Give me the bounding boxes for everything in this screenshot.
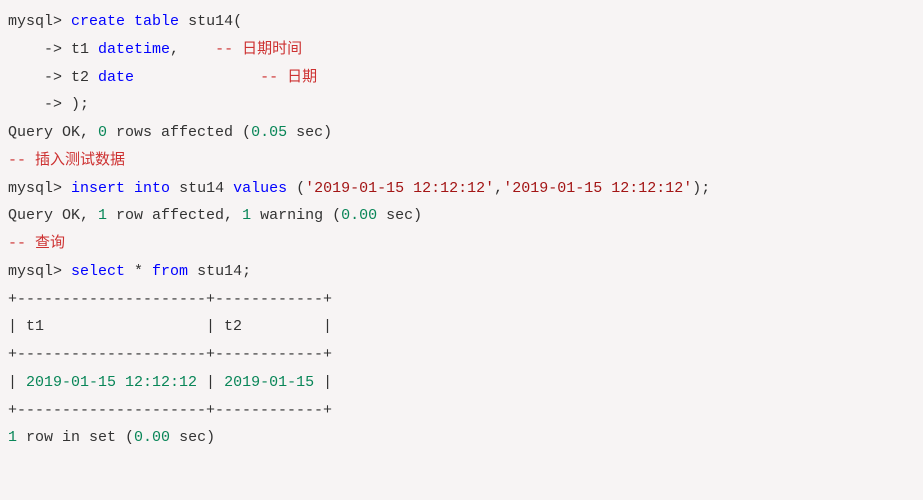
table-header-row: | t1 | t2 | xyxy=(8,318,332,335)
table-border-top: +---------------------+------------+ xyxy=(8,291,332,308)
mysql-prompt: mysql> xyxy=(8,180,71,197)
keyword-from: from xyxy=(152,263,188,280)
star: * xyxy=(125,263,152,280)
result-mid: row affected, xyxy=(107,207,242,224)
result-end: sec) xyxy=(287,124,332,141)
line-comment-insert: -- 插入测试数据 xyxy=(8,152,125,169)
num-warn: 1 xyxy=(242,207,251,224)
type-date: date xyxy=(98,69,134,86)
mysql-terminal-output: mysql> create table stu14( -> t1 datetim… xyxy=(8,8,915,452)
line-col-t1: -> t1 datetime, -- 日期时间 xyxy=(8,41,302,58)
line-select: mysql> select * from stu14; xyxy=(8,263,251,280)
mysql-prompt: mysql> xyxy=(8,13,71,30)
line-close: -> ); xyxy=(8,96,89,113)
comma: , xyxy=(494,180,503,197)
table-name: stu14 xyxy=(188,13,233,30)
continuation-prompt: -> xyxy=(8,69,71,86)
close-paren: ); xyxy=(71,96,89,113)
col-name: t2 xyxy=(71,69,98,86)
cell-t2: 2019-01-15 xyxy=(224,374,314,391)
comment-datetime: -- 日期时间 xyxy=(215,41,302,58)
semicolon: ; xyxy=(242,263,251,280)
result-warn: warning ( xyxy=(251,207,341,224)
line-query-ok-1: Query OK, 0 rows affected (0.05 sec) xyxy=(8,124,332,141)
table-data-row: | 2019-01-15 12:12:12 | 2019-01-15 | xyxy=(8,374,332,391)
result-mid: rows affected ( xyxy=(107,124,251,141)
table-border-mid: +---------------------+------------+ xyxy=(8,346,332,363)
line-query-ok-2: Query OK, 1 row affected, 1 warning (0.0… xyxy=(8,207,422,224)
line-create-table: mysql> create table stu14( xyxy=(8,13,242,30)
table-border-bottom: +---------------------+------------+ xyxy=(8,402,332,419)
keyword-table: table xyxy=(134,13,179,30)
string-val-1: '2019-01-15 12:12:12' xyxy=(305,180,494,197)
string-val-2: '2019-01-15 12:12:12' xyxy=(503,180,692,197)
num-rows: 1 xyxy=(8,429,17,446)
type-datetime: datetime xyxy=(98,41,170,58)
keyword-into: into xyxy=(134,180,170,197)
col-name: t1 xyxy=(71,41,98,58)
keyword-insert: insert xyxy=(71,180,125,197)
keyword-select: select xyxy=(71,263,125,280)
num-rows: 1 xyxy=(98,207,107,224)
continuation-prompt: -> xyxy=(8,41,71,58)
result-mid: row in set ( xyxy=(17,429,134,446)
table-name: stu14 xyxy=(188,263,242,280)
mysql-prompt: mysql> xyxy=(8,263,71,280)
result-end: sec) xyxy=(170,429,215,446)
num-sec: 0.05 xyxy=(251,124,287,141)
line-col-t2: -> t2 date -- 日期 xyxy=(8,69,317,86)
result-end: sec) xyxy=(377,207,422,224)
num-sec: 0.00 xyxy=(134,429,170,446)
keyword-create: create xyxy=(71,13,125,30)
line-insert: mysql> insert into stu14 values ('2019-0… xyxy=(8,180,710,197)
result-text: Query OK, xyxy=(8,207,98,224)
comma: , xyxy=(170,41,215,58)
cell-t1: 2019-01-15 12:12:12 xyxy=(26,374,197,391)
padding xyxy=(134,69,260,86)
keyword-values: values xyxy=(233,180,287,197)
open-paren: ( xyxy=(233,13,242,30)
continuation-prompt: -> xyxy=(8,96,71,113)
line-comment-select: -- 查询 xyxy=(8,235,65,252)
close-paren-semi: ); xyxy=(692,180,710,197)
num-rows: 0 xyxy=(98,124,107,141)
comment-date: -- 日期 xyxy=(260,69,317,86)
open-paren: ( xyxy=(287,180,305,197)
line-rows-in-set: 1 row in set (0.00 sec) xyxy=(8,429,215,446)
num-sec: 0.00 xyxy=(341,207,377,224)
table-name: stu14 xyxy=(179,180,224,197)
result-text: Query OK, xyxy=(8,124,98,141)
